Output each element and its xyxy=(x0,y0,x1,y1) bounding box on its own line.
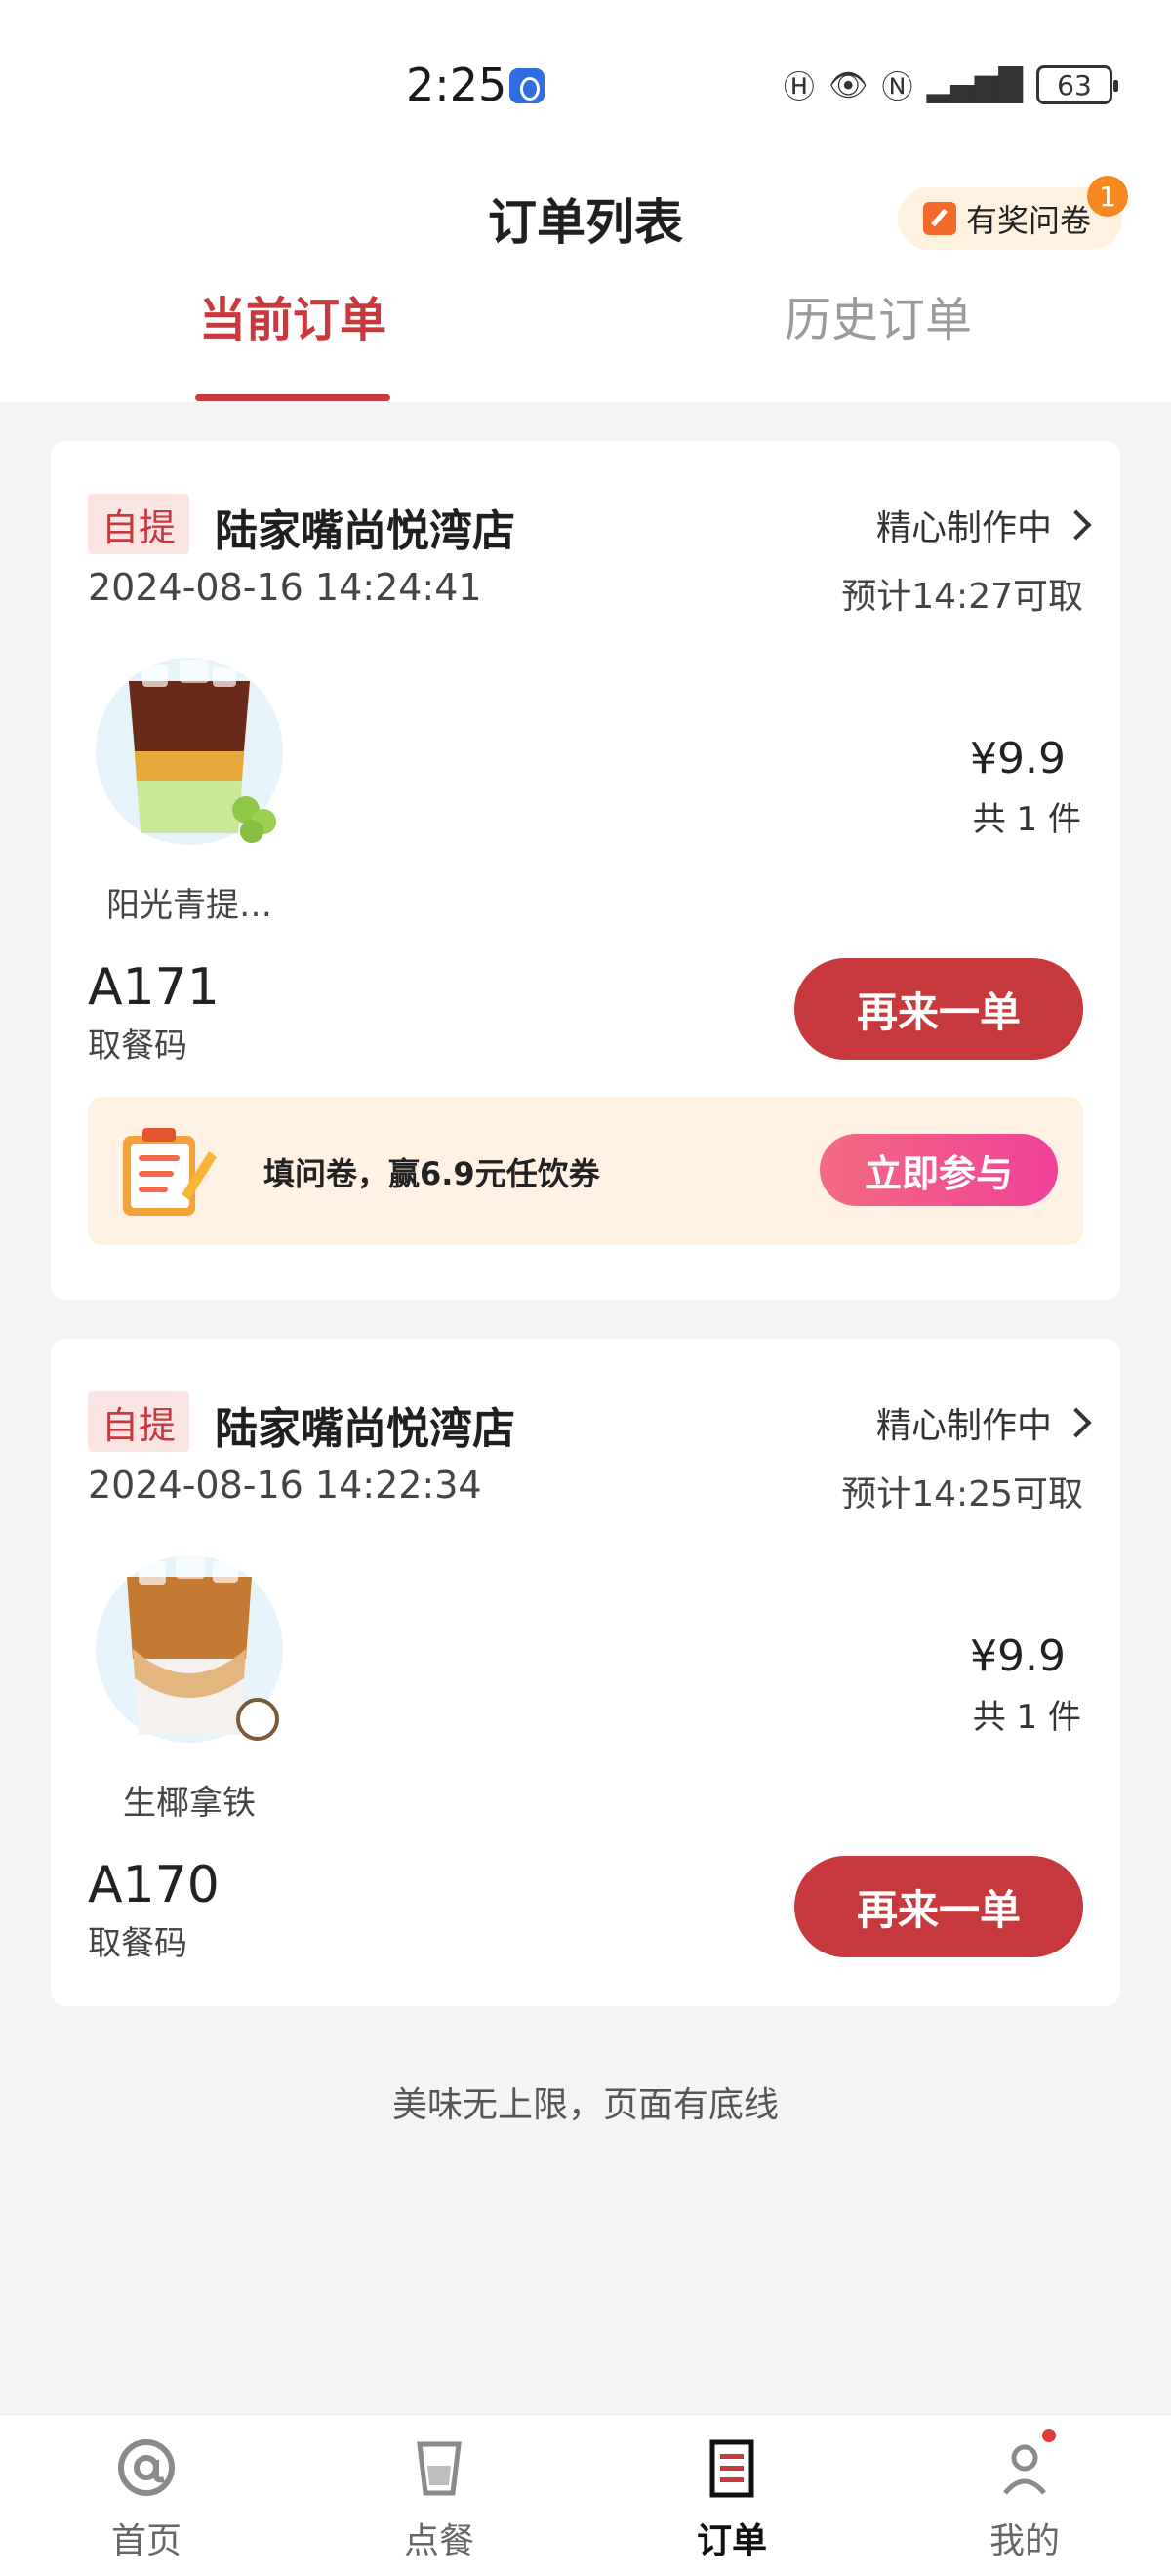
order-card[interactable]: 自提 陆家嘴尚悦湾店 精心制作中 2024-08-16 14:22:34 预计1… xyxy=(51,1339,1120,2006)
eye-icon: 👁 xyxy=(828,66,868,103)
nav-home[interactable]: 首页 xyxy=(0,2415,293,2576)
order-status-link[interactable]: 精心制作中 xyxy=(875,500,1092,550)
app-notification-icon xyxy=(509,68,545,103)
order-card[interactable]: 自提 陆家嘴尚悦湾店 精心制作中 2024-08-16 14:24:41 预计1… xyxy=(51,441,1120,1300)
survey-pencil-icon xyxy=(923,202,956,235)
order-price: ¥9.9 xyxy=(970,734,1066,784)
hd-icon: Ⓗ xyxy=(783,68,815,105)
store-name: 陆家嘴尚悦湾店 xyxy=(215,506,515,556)
cup-icon xyxy=(417,2441,462,2496)
store-name: 陆家嘴尚悦湾店 xyxy=(215,1404,515,1454)
end-of-list-note: 美味无上限，页面有底线 xyxy=(391,2085,779,2125)
clipboard-icon xyxy=(123,1128,217,1216)
tab-history-orders[interactable]: 历史订单 xyxy=(785,281,972,349)
order-list-icon xyxy=(709,2439,754,2498)
order-time: 2024-08-16 14:22:34 xyxy=(88,1464,482,1507)
order-time: 2024-08-16 14:24:41 xyxy=(88,566,482,609)
nav-order-food-label: 点餐 xyxy=(403,2521,474,2561)
order-quantity: 共 1 件 xyxy=(972,800,1081,839)
pickup-code-label: 取餐码 xyxy=(88,1924,187,1963)
person-icon xyxy=(1003,2444,1046,2495)
order-status: 精心制作中 xyxy=(875,508,1052,548)
pickup-code: A170 xyxy=(88,1856,220,1914)
battery-icon: 63 xyxy=(1036,65,1118,104)
join-survey-button[interactable]: 立即参与 xyxy=(820,1134,1058,1206)
survey-promo-banner[interactable]: 填问卷，赢6.9元任饮券 立即参与 xyxy=(88,1097,1083,1245)
5g-signal-icon: ▂▄▆█ xyxy=(926,66,1023,103)
status-bar: 2:25 Ⓗ 👁 Ⓝ ▂▄▆█ 63 xyxy=(0,0,1171,146)
nav-order-food[interactable]: 点餐 xyxy=(293,2415,586,2576)
chevron-right-icon xyxy=(1061,1407,1092,1438)
nav-home-label: 首页 xyxy=(110,2521,182,2561)
nav-orders-label: 订单 xyxy=(696,2521,767,2561)
reorder-button[interactable]: 再来一单 xyxy=(794,958,1083,1060)
pickup-eta: 预计14:27可取 xyxy=(841,577,1083,617)
product-image-coconut-latte xyxy=(96,1555,283,1743)
notification-dot xyxy=(1042,2429,1056,2442)
product-image-grape-drink xyxy=(96,658,283,845)
pickup-code-label: 取餐码 xyxy=(88,1026,187,1066)
nfc-icon: Ⓝ xyxy=(881,68,913,105)
active-tab-indicator xyxy=(195,394,390,401)
page-header: 订单列表 有奖问卷 1 当前订单 历史订单 xyxy=(0,146,1171,402)
order-price: ¥9.9 xyxy=(970,1631,1066,1681)
survey-label: 有奖问卷 xyxy=(966,202,1092,239)
order-status: 精心制作中 xyxy=(875,1406,1052,1446)
status-time: 2:25 xyxy=(406,59,507,111)
status-icons: Ⓗ 👁 Ⓝ ▂▄▆█ 63 xyxy=(783,60,1118,109)
pickup-tag: 自提 xyxy=(88,1391,189,1452)
reorder-button[interactable]: 再来一单 xyxy=(794,1856,1083,1957)
nav-profile-label: 我的 xyxy=(989,2521,1060,2561)
survey-badge: 1 xyxy=(1087,176,1128,217)
pickup-tag: 自提 xyxy=(88,494,189,554)
nav-orders[interactable]: 订单 xyxy=(586,2415,878,2576)
nav-profile[interactable]: 我的 xyxy=(878,2415,1171,2576)
tab-current-orders[interactable]: 当前订单 xyxy=(199,281,386,349)
order-status-link[interactable]: 精心制作中 xyxy=(875,1397,1092,1448)
bottom-nav: 首页 点餐 订单 我的 xyxy=(0,2414,1171,2576)
product-name: 阳光青提… xyxy=(106,886,272,925)
pickup-eta: 预计14:25可取 xyxy=(841,1474,1083,1514)
home-at-icon xyxy=(118,2439,175,2496)
chevron-right-icon xyxy=(1061,509,1092,541)
order-quantity: 共 1 件 xyxy=(972,1698,1081,1737)
product-name: 生椰拿铁 xyxy=(123,1784,256,1823)
pickup-code: A171 xyxy=(88,958,220,1017)
promo-text: 填问卷，赢6.9元任饮券 xyxy=(263,1155,600,1192)
